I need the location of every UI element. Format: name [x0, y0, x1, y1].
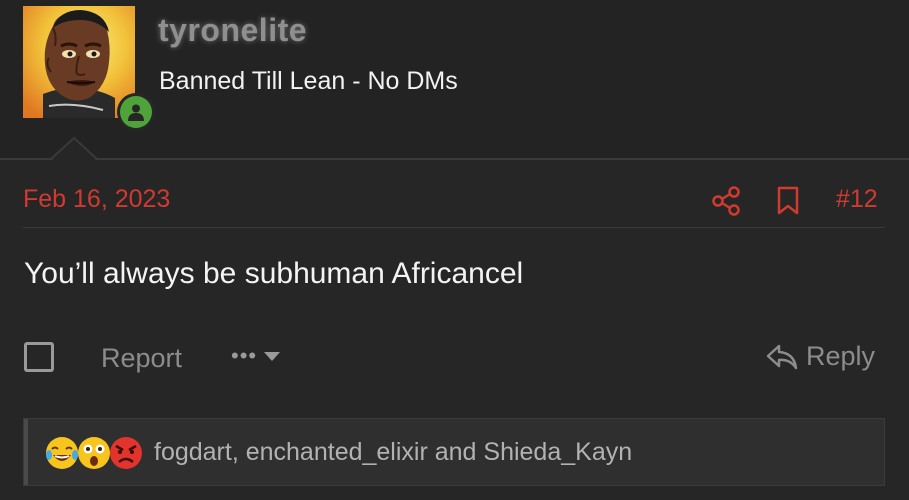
username[interactable]: tyronelite	[158, 12, 307, 49]
reaction-emojis[interactable]	[44, 435, 172, 471]
post-header: tyronelite Banned Till Lean - No DMs	[0, 0, 909, 160]
caret-down-icon	[264, 352, 281, 361]
angry-emoji-icon[interactable]	[108, 435, 144, 471]
avatar-wrap[interactable]	[23, 6, 155, 131]
select-post-checkbox[interactable]	[24, 342, 54, 372]
post-date[interactable]: Feb 16, 2023	[23, 185, 170, 214]
avatar[interactable]	[23, 6, 135, 118]
post-message: You’ll always be subhuman Africancel	[24, 257, 524, 290]
crying-laughing-emoji-icon[interactable]	[44, 435, 80, 471]
header-divider	[0, 158, 909, 160]
user-online-icon	[120, 96, 152, 128]
more-dots-label: •••	[231, 343, 258, 368]
reactions-bar[interactable]: fogdart, enchanted_elixir and Shieda_Kay…	[23, 418, 885, 486]
share-icon[interactable]	[712, 186, 740, 216]
reply-button[interactable]: Reply	[766, 341, 875, 372]
header-arrow-notch	[51, 137, 97, 161]
user-title: Banned Till Lean - No DMs	[159, 67, 458, 95]
more-options-button[interactable]: •••	[231, 345, 281, 367]
post-meta-divider	[23, 227, 885, 228]
reactors-list[interactable]: fogdart, enchanted_elixir and Shieda_Kay…	[154, 438, 632, 467]
reactions-bar-accent	[24, 419, 28, 485]
reply-label: Reply	[806, 341, 876, 371]
online-status-badge	[117, 93, 155, 131]
post-number-link[interactable]: #12	[836, 185, 878, 214]
reply-arrow-icon	[766, 344, 798, 369]
bookmark-icon[interactable]	[776, 186, 800, 216]
report-link[interactable]: Report	[101, 343, 182, 374]
astonished-emoji-icon[interactable]	[76, 435, 112, 471]
